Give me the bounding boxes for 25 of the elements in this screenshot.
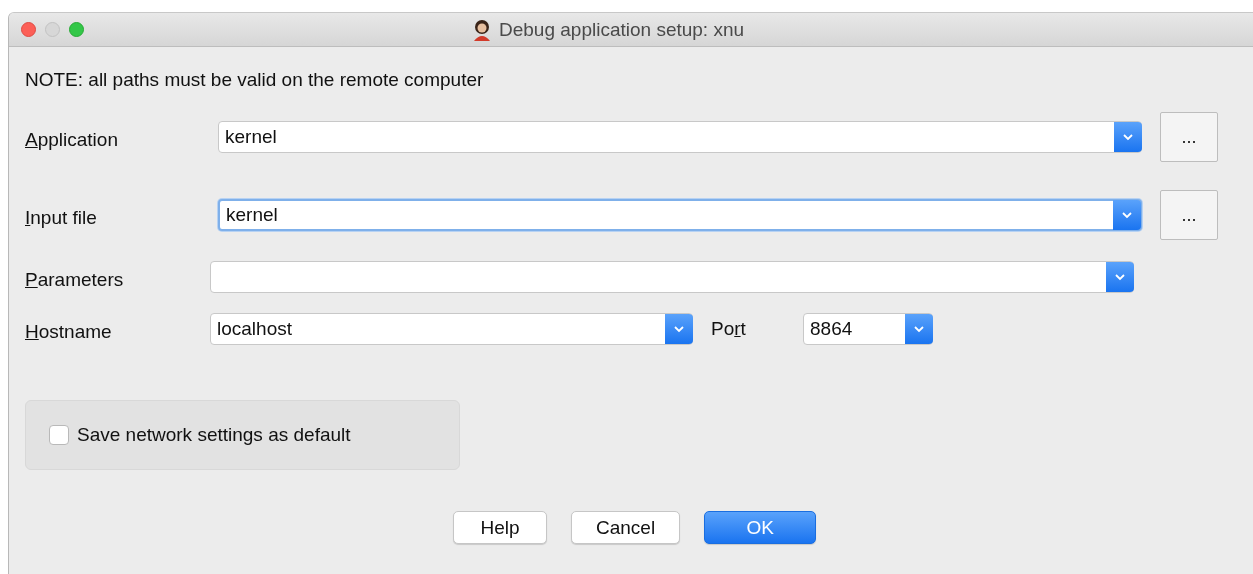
chevron-down-icon[interactable] <box>665 314 693 344</box>
chevron-down-icon[interactable] <box>1106 262 1134 292</box>
field-label: Application <box>25 128 119 151</box>
close-button[interactable] <box>21 22 36 37</box>
zoom-button[interactable] <box>69 22 84 37</box>
combo-box[interactable]: kernel <box>218 199 1142 231</box>
field-label: Hostname <box>25 320 113 343</box>
dialog-button[interactable]: Cancel <box>571 511 681 544</box>
combo-box[interactable]: kernel <box>218 121 1142 153</box>
field-label: Parameters <box>25 268 125 291</box>
combo-box[interactable]: 8864 <box>803 313 933 345</box>
browse-button[interactable]: ... <box>1160 190 1218 240</box>
dialog-button[interactable]: Help <box>453 511 547 544</box>
chevron-down-icon[interactable] <box>1113 200 1141 230</box>
checkbox[interactable] <box>49 425 69 445</box>
chevron-down-icon[interactable] <box>1114 122 1142 152</box>
window-title: Debug application setup: xnu <box>499 18 745 41</box>
figure-icon <box>471 18 493 41</box>
note-text: NOTE: all paths must be valid on the remote computer <box>25 69 485 92</box>
browse-button[interactable]: ... <box>1160 112 1218 162</box>
chevron-down-icon[interactable] <box>905 314 933 344</box>
combo-box[interactable]: localhost <box>210 313 693 345</box>
checkbox-label[interactable]: Save network settings as default <box>77 424 351 446</box>
field-label: Input file <box>25 206 98 229</box>
field-label: Port <box>711 318 747 340</box>
